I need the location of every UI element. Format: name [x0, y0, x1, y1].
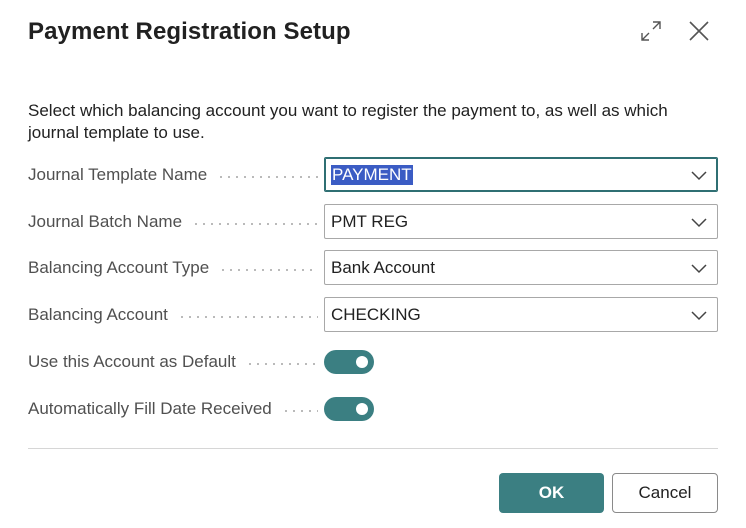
journal-batch-name-select[interactable]: PMT REG: [324, 204, 718, 239]
auto-fill-date-toggle[interactable]: [324, 396, 374, 421]
journal-template-name-value: PAYMENT: [331, 164, 413, 185]
footer-divider: [28, 448, 718, 449]
balancing-account-type-select[interactable]: Bank Account: [324, 250, 718, 285]
auto-fill-date-label-wrap: Automatically Fill Date Received: [28, 399, 324, 419]
toggle-knob: [356, 402, 368, 415]
field-balancing-account-type: Balancing Account Type Bank Account: [28, 250, 718, 285]
dialog-title: Payment Registration Setup: [28, 18, 351, 45]
close-icon: [689, 21, 709, 41]
balancing-account-label: Balancing Account: [28, 304, 168, 324]
chevron-down-icon: [691, 264, 707, 274]
instruction-text: Select which balancing account you want …: [28, 101, 668, 142]
journal-batch-name-value: PMT REG: [331, 211, 409, 231]
balancing-account-type-value: Bank Account: [331, 257, 435, 277]
balancing-account-select[interactable]: CHECKING: [324, 297, 718, 332]
chevron-down-icon: [691, 171, 707, 181]
use-as-default-label-wrap: Use this Account as Default: [28, 352, 324, 372]
journal-template-name-label: Journal Template Name: [28, 164, 208, 184]
close-button[interactable]: [686, 16, 712, 46]
ok-button[interactable]: OK: [499, 473, 604, 513]
field-balancing-account: Balancing Account CHECKING: [28, 297, 718, 332]
journal-template-name-label-wrap: Journal Template Name: [28, 165, 324, 185]
auto-fill-date-label: Automatically Fill Date Received: [28, 398, 272, 418]
use-as-default-toggle[interactable]: [324, 349, 374, 374]
payment-registration-setup-dialog: Payment Registration Setup Select which …: [0, 0, 746, 528]
label-leader-dots: [192, 222, 318, 225]
label-leader-dots: [177, 315, 318, 318]
chevron-down-icon: [691, 218, 707, 228]
field-journal-template-name: Journal Template Name PAYMENT: [28, 157, 718, 192]
balancing-account-type-label: Balancing Account Type: [28, 257, 210, 277]
journal-template-name-select[interactable]: PAYMENT: [324, 157, 718, 192]
label-leader-dots: [245, 362, 318, 365]
expand-icon: [641, 21, 661, 41]
balancing-account-type-label-wrap: Balancing Account Type: [28, 258, 324, 278]
field-journal-batch-name: Journal Batch Name PMT REG: [28, 204, 718, 239]
use-as-default-label: Use this Account as Default: [28, 351, 236, 371]
expand-button[interactable]: [638, 16, 664, 46]
journal-batch-name-label: Journal Batch Name: [28, 211, 183, 231]
label-leader-dots: [217, 175, 318, 178]
label-leader-dots: [219, 268, 318, 271]
balancing-account-value: CHECKING: [331, 304, 421, 324]
label-leader-dots: [281, 409, 318, 412]
cancel-button[interactable]: Cancel: [612, 473, 718, 513]
chevron-down-icon: [691, 311, 707, 321]
journal-batch-name-label-wrap: Journal Batch Name: [28, 212, 324, 232]
toggle-knob: [356, 355, 368, 368]
title-actions: [638, 16, 712, 46]
field-auto-fill-date-received: Automatically Fill Date Received: [28, 391, 718, 426]
balancing-account-label-wrap: Balancing Account: [28, 305, 324, 325]
field-use-account-as-default: Use this Account as Default: [28, 344, 718, 379]
